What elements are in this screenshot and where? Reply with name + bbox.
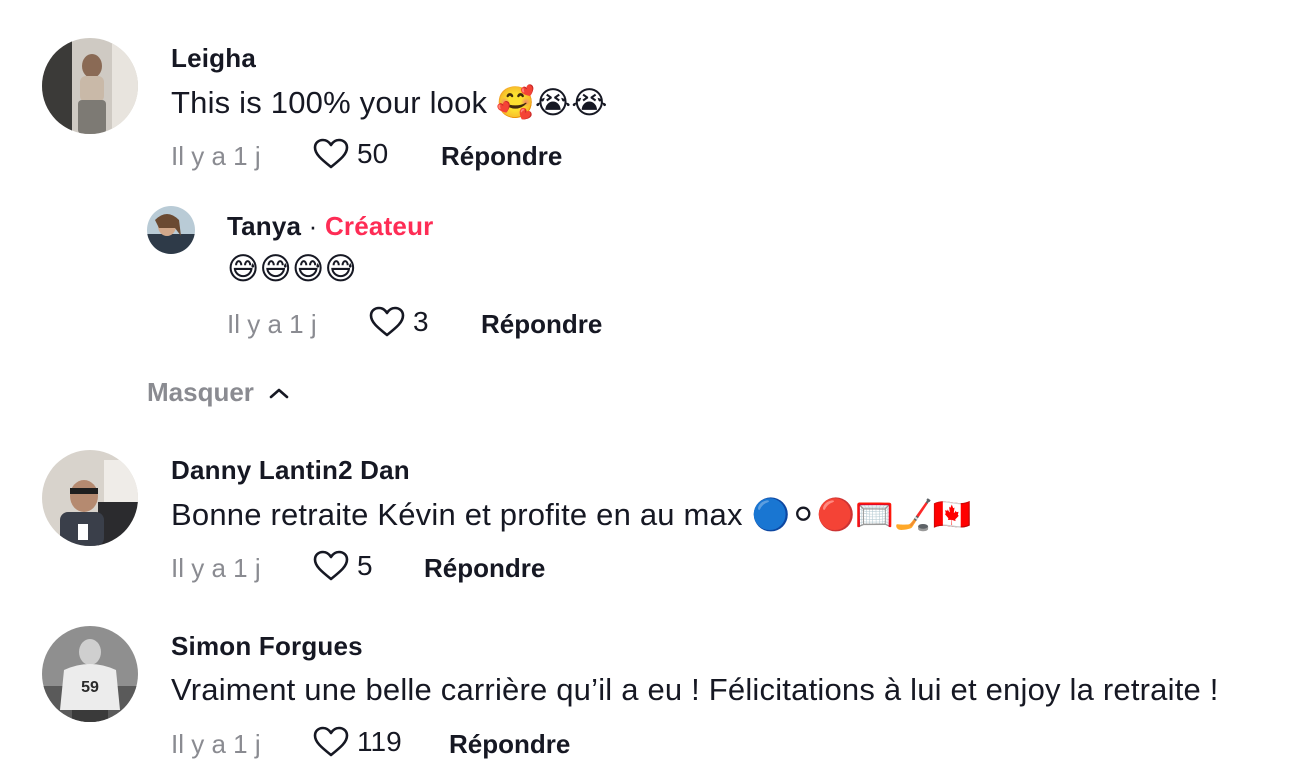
hide-replies-label: Masquer — [147, 377, 254, 407]
like-button[interactable]: 3 — [369, 305, 429, 339]
like-count: 50 — [357, 138, 389, 169]
comment-username[interactable]: Danny Lantin2 Dan — [171, 455, 410, 486]
heart-icon — [369, 306, 405, 337]
avatar[interactable]: 59 — [42, 626, 138, 722]
avatar-image — [42, 38, 138, 134]
reply-button[interactable]: Répondre — [424, 553, 545, 584]
comment-text: 😅😅😅😅 — [227, 251, 358, 286]
comment-text: This is 100% your look 🥰😭😭 — [171, 85, 608, 120]
like-count: 3 — [413, 306, 429, 337]
comment-timestamp: Il y a 1 j — [171, 553, 261, 583]
heart-icon — [313, 726, 349, 757]
reply-button[interactable]: Répondre — [449, 729, 570, 760]
like-button[interactable]: 119 — [313, 725, 402, 759]
like-count: 5 — [357, 550, 373, 581]
avatar[interactable] — [42, 38, 138, 134]
avatar[interactable] — [147, 206, 195, 254]
comment-timestamp: Il y a 1 j — [171, 729, 261, 759]
heart-icon — [313, 550, 349, 581]
comment-username[interactable]: Simon Forgues — [171, 631, 363, 662]
comment-text: Vraiment une belle carrière qu’il a eu !… — [171, 672, 1219, 707]
comment-username[interactable]: Tanya · Créateur — [227, 211, 434, 242]
reply-username[interactable]: Tanya — [227, 211, 301, 241]
comment-timestamp: Il y a 1 j — [227, 309, 317, 339]
avatar[interactable] — [42, 450, 138, 546]
comment-username[interactable]: Leigha — [171, 43, 256, 74]
chevron-up-icon — [269, 388, 289, 398]
reply-button[interactable]: Répondre — [441, 141, 562, 172]
hide-replies-button[interactable]: Masquer — [147, 377, 290, 408]
like-button[interactable]: 50 — [313, 137, 388, 171]
comment-timestamp: Il y a 1 j — [171, 141, 261, 171]
avatar-image: 59 — [42, 626, 138, 722]
avatar-image — [147, 206, 195, 254]
heart-icon — [313, 138, 349, 169]
svg-text:59: 59 — [81, 679, 99, 696]
comment-text: Bonne retraite Kévin et profite en au ma… — [171, 497, 972, 532]
like-count: 119 — [357, 726, 402, 757]
like-button[interactable]: 5 — [313, 549, 373, 583]
avatar-image — [42, 450, 138, 546]
separator-dot: · — [308, 211, 318, 241]
creator-badge: Créateur — [324, 211, 434, 241]
reply-button[interactable]: Répondre — [481, 309, 602, 340]
